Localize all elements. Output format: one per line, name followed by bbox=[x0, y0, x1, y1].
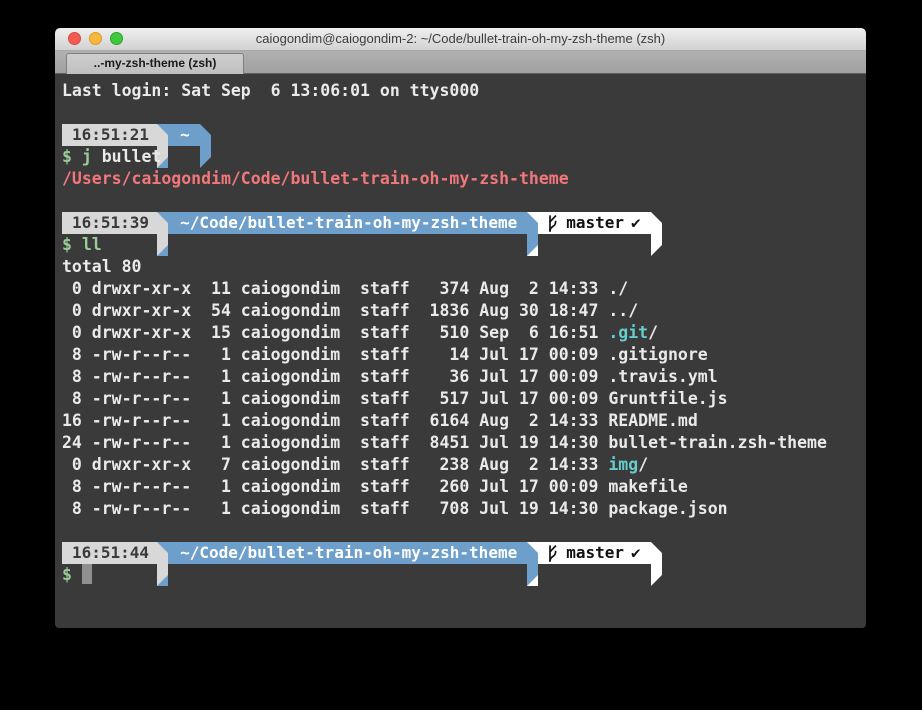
ls-total-line: total 80 bbox=[62, 256, 860, 278]
ls-listing: 0 drwxr-xr-x 11 caiogondim staff 374 Aug… bbox=[62, 278, 860, 520]
tab-label: ..-my-zsh-theme (zsh) bbox=[94, 56, 217, 70]
text-cursor bbox=[82, 564, 92, 584]
ls-row-filename: makefile bbox=[608, 477, 687, 496]
powerline-arrow-icon bbox=[157, 212, 168, 256]
command-line: $ j bullet bbox=[62, 146, 860, 168]
minimize-button[interactable] bbox=[89, 32, 102, 45]
ls-row-meta: 24 -rw-r--r-- 1 caiogondim staff 8451 Ju… bbox=[62, 433, 608, 452]
terminal-content[interactable]: Last login: Sat Sep 6 13:06:01 on ttys00… bbox=[55, 74, 866, 628]
powerline-arrow-icon bbox=[651, 212, 662, 256]
command-line: $ ll bbox=[62, 234, 860, 256]
ls-row: 24 -rw-r--r-- 1 caiogondim staff 8451 Ju… bbox=[62, 432, 860, 454]
tab-bar: ..-my-zsh-theme (zsh) bbox=[55, 51, 866, 74]
prompt-dir-segment: ~/Code/bullet-train-oh-my-zsh-theme bbox=[168, 542, 527, 564]
ls-row: 8 -rw-r--r-- 1 caiogondim staff 14 Jul 1… bbox=[62, 344, 860, 366]
command-args: bullet bbox=[92, 147, 162, 166]
prompt-dir-segment: ~ bbox=[168, 124, 200, 146]
ls-row-meta: 0 drwxr-xr-x 15 caiogondim staff 510 Sep… bbox=[62, 323, 608, 342]
prompt-git-segment: master ✔ bbox=[538, 542, 650, 564]
prompt-char: $ bbox=[62, 147, 82, 166]
ls-row-meta: 0 drwxr-xr-x 54 caiogondim staff 1836 Au… bbox=[62, 301, 608, 320]
ls-row-filename: ./ bbox=[608, 279, 628, 298]
ls-row-suffix: / bbox=[638, 455, 648, 474]
ls-row-filename: img bbox=[608, 455, 638, 474]
blank-line bbox=[62, 190, 860, 212]
ls-row-filename: .gitignore bbox=[608, 345, 707, 364]
ls-row-meta: 8 -rw-r--r-- 1 caiogondim staff 14 Jul 1… bbox=[62, 345, 608, 364]
blank-line bbox=[62, 520, 860, 542]
ls-row: 0 drwxr-xr-x 54 caiogondim staff 1836 Au… bbox=[62, 300, 860, 322]
ls-row: 16 -rw-r--r-- 1 caiogondim staff 6164 Au… bbox=[62, 410, 860, 432]
traffic-lights bbox=[68, 32, 123, 45]
ls-row-filename: bullet-train.zsh-theme bbox=[608, 433, 827, 452]
git-branch-name: master bbox=[566, 542, 624, 564]
powerline-arrow-icon bbox=[651, 542, 662, 586]
input-line: $ bbox=[62, 564, 860, 586]
ls-row-meta: 0 drwxr-xr-x 7 caiogondim staff 238 Aug … bbox=[62, 455, 608, 474]
prompt-git-segment: master ✔ bbox=[538, 212, 650, 234]
ls-row-meta: 16 -rw-r--r-- 1 caiogondim staff 6164 Au… bbox=[62, 411, 608, 430]
zoom-button[interactable] bbox=[110, 32, 123, 45]
window-titlebar[interactable]: caiogondim@caiogondim-2: ~/Code/bullet-t… bbox=[55, 28, 866, 51]
ls-row-meta: 8 -rw-r--r-- 1 caiogondim staff 517 Jul … bbox=[62, 389, 608, 408]
prompt-time-segment: 16:51:21 bbox=[62, 124, 157, 146]
ls-row-meta: 0 drwxr-xr-x 11 caiogondim staff 374 Aug… bbox=[62, 279, 608, 298]
git-clean-check-icon: ✔ bbox=[631, 212, 641, 234]
prompt-line: 16:51:21 ~ bbox=[62, 124, 860, 146]
ls-row-filename: .travis.yml bbox=[608, 367, 717, 386]
ls-row-filename: .git bbox=[608, 323, 648, 342]
ls-row-suffix: / bbox=[648, 323, 658, 342]
powerline-arrow-icon bbox=[527, 212, 538, 256]
git-clean-check-icon: ✔ bbox=[631, 542, 641, 564]
ls-row-filename: Gruntfile.js bbox=[608, 389, 727, 408]
ls-row-meta: 8 -rw-r--r-- 1 caiogondim staff 260 Jul … bbox=[62, 477, 608, 496]
ls-row-filename: package.json bbox=[608, 499, 727, 518]
terminal-window: caiogondim@caiogondim-2: ~/Code/bullet-t… bbox=[55, 28, 866, 628]
ls-row-filename: README.md bbox=[608, 411, 697, 430]
ls-row: 8 -rw-r--r-- 1 caiogondim staff 517 Jul … bbox=[62, 388, 860, 410]
ls-row-filename: ../ bbox=[608, 301, 638, 320]
powerline-arrow-icon bbox=[200, 124, 211, 168]
ls-row-meta: 8 -rw-r--r-- 1 caiogondim staff 36 Jul 1… bbox=[62, 367, 608, 386]
git-branch-icon bbox=[547, 215, 559, 232]
prompt-time-segment: 16:51:39 bbox=[62, 212, 157, 234]
powerline-arrow-icon bbox=[527, 542, 538, 586]
ls-row: 8 -rw-r--r-- 1 caiogondim staff 36 Jul 1… bbox=[62, 366, 860, 388]
powerline-arrow-icon bbox=[157, 542, 168, 586]
prompt-time-segment: 16:51:44 bbox=[62, 542, 157, 564]
command-text: ll bbox=[82, 235, 102, 254]
ls-row-meta: 8 -rw-r--r-- 1 caiogondim staff 708 Jul … bbox=[62, 499, 608, 518]
close-button[interactable] bbox=[68, 32, 81, 45]
prompt-line: 16:51:39 ~/Code/bullet-train-oh-my-zsh-th… bbox=[62, 212, 860, 234]
git-branch-name: master bbox=[566, 212, 624, 234]
last-login-line: Last login: Sat Sep 6 13:06:01 on ttys00… bbox=[62, 80, 860, 102]
command-text: j bbox=[82, 147, 92, 166]
tab-active[interactable]: ..-my-zsh-theme (zsh) bbox=[66, 53, 244, 74]
ls-row: 0 drwxr-xr-x 15 caiogondim staff 510 Sep… bbox=[62, 322, 860, 344]
prompt-line: 16:51:44 ~/Code/bullet-train-oh-my-zsh-th… bbox=[62, 542, 860, 564]
prompt-char: $ bbox=[62, 565, 82, 584]
window-title: caiogondim@caiogondim-2: ~/Code/bullet-t… bbox=[55, 28, 866, 50]
blank-line bbox=[62, 102, 860, 124]
ls-row: 8 -rw-r--r-- 1 caiogondim staff 708 Jul … bbox=[62, 498, 860, 520]
autojump-output-line: /Users/caiogondim/Code/bullet-train-oh-m… bbox=[62, 168, 860, 190]
prompt-char: $ bbox=[62, 235, 82, 254]
ls-row: 8 -rw-r--r-- 1 caiogondim staff 260 Jul … bbox=[62, 476, 860, 498]
ls-row: 0 drwxr-xr-x 7 caiogondim staff 238 Aug … bbox=[62, 454, 860, 476]
prompt-dir-segment: ~/Code/bullet-train-oh-my-zsh-theme bbox=[168, 212, 527, 234]
git-branch-icon bbox=[547, 545, 559, 562]
ls-row: 0 drwxr-xr-x 11 caiogondim staff 374 Aug… bbox=[62, 278, 860, 300]
